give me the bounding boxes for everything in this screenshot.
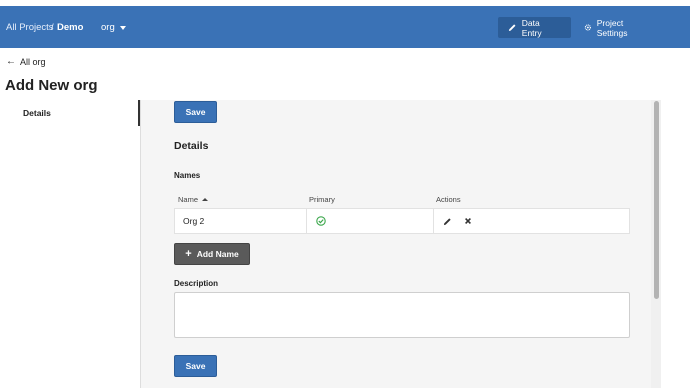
table-row: Org 2	[174, 208, 630, 234]
name-cell: Org 2	[183, 216, 205, 226]
sidebar-item-details[interactable]: Details	[23, 108, 51, 118]
back-arrow-icon: ←	[6, 56, 16, 67]
pencil-icon	[508, 24, 516, 32]
form-panel: Save Details Names Name Primary Actions …	[140, 100, 651, 388]
edit-icon[interactable]	[443, 217, 452, 226]
gear-icon	[584, 24, 591, 31]
actions-cell	[433, 209, 629, 233]
primary-cell	[306, 209, 436, 233]
project-settings-button[interactable]: Project Settings	[574, 17, 658, 38]
plus-icon: +	[185, 247, 192, 260]
project-settings-label: Project Settings	[596, 17, 628, 38]
description-label: Description	[174, 279, 219, 288]
section-title: Details	[174, 140, 209, 152]
data-entry-label: Data Entry	[521, 17, 542, 38]
breadcrumb-separator: /	[51, 22, 54, 33]
names-label: Names	[174, 171, 201, 180]
add-name-button[interactable]: + Add Name	[174, 243, 250, 265]
column-header-primary: Primary	[309, 195, 335, 204]
save-button-top[interactable]: Save	[174, 101, 217, 123]
breadcrumb-all-projects[interactable]: All Projects	[6, 22, 54, 33]
org-select-label: org	[101, 22, 115, 33]
add-name-label: Add Name	[196, 249, 239, 259]
back-link[interactable]: ← All org	[6, 56, 46, 68]
description-textarea[interactable]	[174, 292, 630, 338]
check-circle-icon	[316, 216, 326, 226]
column-header-name[interactable]: Name	[178, 195, 209, 204]
page-title: Add New org	[5, 77, 98, 94]
scrollbar-thumb[interactable]	[654, 101, 659, 299]
org-select[interactable]: org	[101, 22, 126, 33]
caret-down-icon	[119, 26, 126, 30]
back-link-label: All org	[20, 57, 46, 67]
column-header-name-label: Name	[178, 195, 199, 204]
save-button-bottom[interactable]: Save	[174, 355, 217, 377]
breadcrumb-project[interactable]: Demo	[57, 22, 83, 33]
top-navbar: All Projects / Demo org Data Entry Proje…	[0, 6, 690, 48]
column-header-actions: Actions	[436, 195, 461, 204]
delete-icon[interactable]	[464, 217, 472, 225]
sort-up-icon	[202, 198, 209, 201]
data-entry-button[interactable]: Data Entry	[498, 17, 571, 38]
